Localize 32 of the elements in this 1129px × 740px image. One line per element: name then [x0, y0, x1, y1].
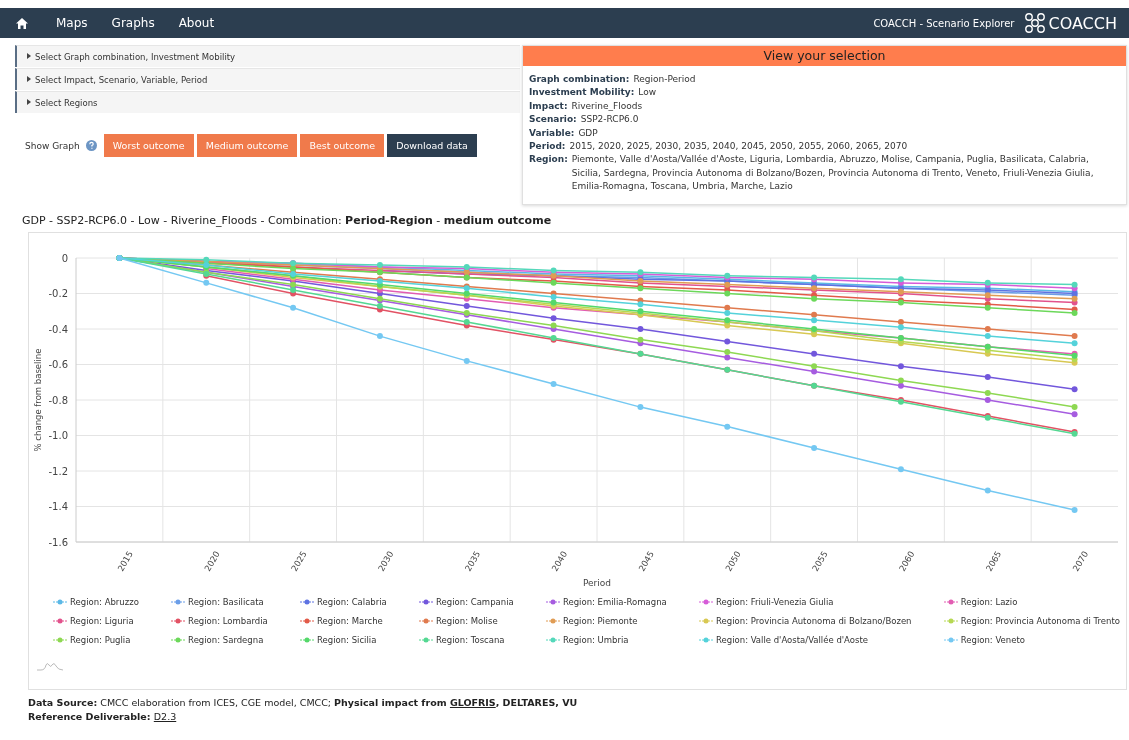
field-value: SSP2-RCP6.0 — [580, 113, 640, 127]
y-tick-label: -0.4 — [48, 323, 68, 335]
field-label: Graph combination: — [529, 73, 630, 86]
x-axis-title: Period — [582, 578, 612, 588]
data-source-text: Data Source: CMCC elaboration from ICES, CGE model, CMCC; Physical impact from GLOFRIS, DELTARES, VU — [28, 696, 579, 710]
field-value: Piemonte, Valle d'Aosta/Vallée d'Aoste, Liguria, Lombardia, Abruzzo, Molise, Campania, Puglia, Basilicata, Calabria, Sicilia, Sardegna, Provincia Autonoma di Bolzano/Bozen, Provincia Autonoma di Trento, Veneto, Friuli-Venezia Giulia, Emilia-Romagna, Toscana, Umbria, Marche, Lazio — [571, 153, 1095, 194]
field-label: Impact: — [529, 99, 568, 113]
y-axis-title: % change from baseline — [33, 348, 43, 452]
panel-header: View your selection — [523, 46, 1126, 66]
field-value: Region-Period — [633, 73, 697, 86]
field-label: Region: — [529, 153, 568, 167]
field-value: Low — [638, 86, 658, 100]
y-tick-label: -0.6 — [48, 359, 68, 370]
field-value: 2015, 2020, 2025, 2030, 2035, 2040, 2045, 2050, 2055, 2060, 2065, 2070 — [569, 140, 909, 154]
y-tick-label: -1.0 — [48, 430, 68, 441]
logo-text: COACCH — [1048, 13, 1117, 33]
field-value: GDP — [578, 126, 599, 140]
y-tick-label: -0.8 — [48, 394, 68, 406]
show-graph-label: Show Graph — [25, 140, 80, 151]
chart-title: GDP - SSP2-RCP6.0 - Low - Riverine_Floods - Combination: Period-Region - medium outcome — [22, 214, 553, 227]
y-tick-label: -1.2 — [48, 465, 68, 477]
reference-text: Reference Deliverable: D2.3 — [28, 710, 178, 724]
field-value: Riverine_Floods — [571, 99, 644, 113]
app-title: COACCH - Scenario Explorer — [873, 17, 1015, 29]
y-tick-label: -0.2 — [48, 288, 68, 299]
field-label: Investment Mobility: — [529, 86, 635, 100]
field-label: Period: — [529, 140, 566, 154]
y-tick-label: -1.4 — [48, 501, 68, 512]
y-tick-label: 0 — [61, 252, 68, 264]
field-label: Scenario: — [529, 113, 577, 127]
field-label: Variable: — [529, 126, 575, 140]
y-tick-label: -1.6 — [48, 536, 68, 548]
